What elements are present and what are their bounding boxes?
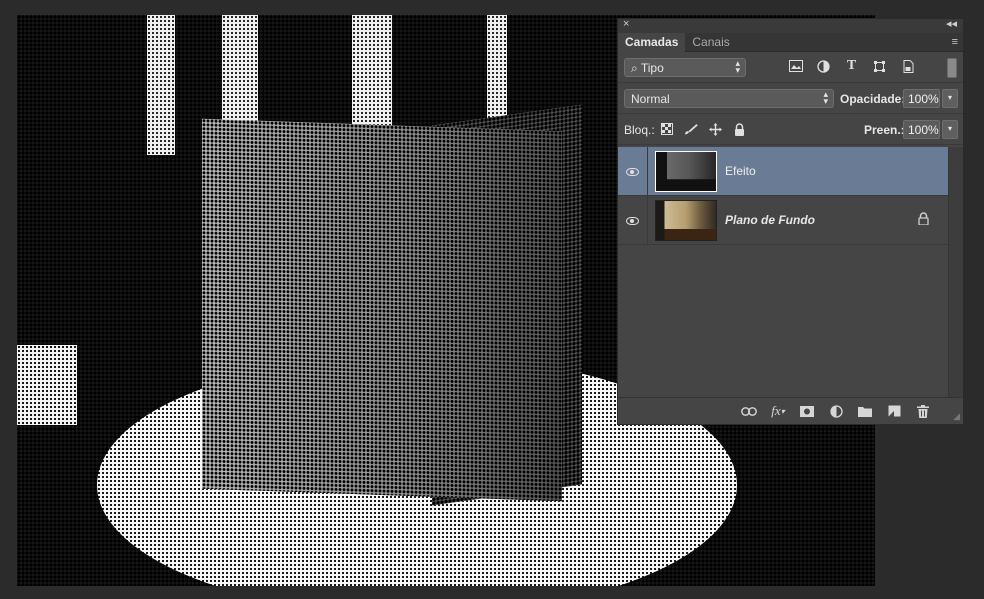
- filter-toggle[interactable]: [947, 58, 957, 78]
- layer-thumbnail: [655, 151, 717, 192]
- fill-dropdown-button[interactable]: ▾: [942, 120, 958, 139]
- filter-row: ⌕ Tipo ▴ ▾ T: [618, 52, 963, 83]
- blend-mode-label: Normal: [631, 92, 670, 106]
- eye-icon: [626, 216, 639, 225]
- link-layers-icon[interactable]: [740, 404, 758, 418]
- lock-transparent-icon[interactable]: [660, 122, 674, 136]
- blend-mode-select[interactable]: Normal ▴ ▾: [624, 89, 834, 108]
- tab-camadas[interactable]: Camadas: [618, 33, 686, 52]
- lock-image-icon[interactable]: [684, 122, 698, 136]
- blend-row: Normal ▴ ▾ Opacidade: 100% ▾: [618, 83, 963, 114]
- close-icon[interactable]: ×: [623, 18, 629, 30]
- opacity-input[interactable]: 100%: [903, 89, 940, 108]
- opacity-label: Opacidade:: [840, 92, 906, 106]
- halftone-box: [202, 118, 562, 502]
- select-arrows-icon: ▴ ▾: [735, 58, 740, 75]
- halftone-highlight: [17, 345, 77, 425]
- smart-object-filter-icon[interactable]: [900, 59, 915, 73]
- eye-icon: [626, 167, 639, 176]
- lock-icons: [660, 122, 746, 136]
- collapse-icon[interactable]: ◂◂: [946, 17, 957, 30]
- layer-row-plano-de-fundo[interactable]: Plano de Fundo: [618, 196, 963, 245]
- new-group-icon[interactable]: [856, 404, 874, 418]
- layer-row-efeito[interactable]: Efeito: [618, 147, 963, 196]
- panel-bottom-bar: fx ▾ ◢: [618, 397, 963, 424]
- resize-grip-icon[interactable]: ◢: [953, 411, 960, 422]
- adjustment-filter-icon[interactable]: [816, 59, 831, 73]
- visibility-toggle[interactable]: [618, 196, 648, 245]
- layer-thumbnail: [655, 200, 717, 241]
- panel-title-bar: × ◂◂: [618, 17, 963, 33]
- search-icon: ⌕: [631, 61, 638, 75]
- lock-row: Bloq.: Preen.: 100% ▾: [618, 114, 963, 145]
- tab-canais[interactable]: Canais: [685, 33, 736, 52]
- add-mask-icon[interactable]: [798, 404, 816, 418]
- lock-position-icon[interactable]: [708, 122, 722, 136]
- visibility-toggle[interactable]: [618, 147, 648, 196]
- panel-tabs: Camadas Canais ≡: [618, 33, 963, 52]
- lock-label: Bloq.:: [624, 123, 655, 137]
- type-filter-icon[interactable]: T: [844, 58, 859, 73]
- layers-panel: × ◂◂ Camadas Canais ≡ ⌕ Tipo ▴ ▾ T Norma…: [617, 18, 964, 425]
- layers-scrollbar[interactable]: [948, 147, 963, 397]
- lock-all-icon[interactable]: [732, 122, 746, 136]
- layer-style-fx-icon[interactable]: fx ▾: [769, 403, 787, 418]
- select-arrows-icon: ▴ ▾: [823, 89, 828, 106]
- filter-kind-select[interactable]: ⌕ Tipo ▴ ▾: [624, 58, 746, 77]
- fill-input[interactable]: 100%: [903, 120, 940, 139]
- panel-menu-icon[interactable]: ≡: [952, 36, 958, 48]
- bottom-icons: fx ▾: [740, 403, 932, 418]
- filter-kind-label: Tipo: [640, 61, 664, 75]
- layer-name: Plano de Fundo: [725, 213, 815, 227]
- adjustment-layer-icon[interactable]: [827, 404, 845, 418]
- window-bar: [147, 15, 175, 155]
- fill-label: Preen.:: [864, 123, 905, 137]
- layer-name: Efeito: [725, 164, 756, 178]
- lock-icon: [918, 212, 929, 228]
- opacity-dropdown-button[interactable]: ▾: [942, 89, 958, 108]
- delete-layer-icon[interactable]: [914, 404, 932, 418]
- shape-filter-icon[interactable]: [872, 59, 887, 73]
- layers-list: Efeito Plano de Fundo: [618, 147, 963, 397]
- filter-icons: T: [788, 58, 915, 73]
- new-layer-icon[interactable]: [885, 404, 903, 418]
- image-filter-icon[interactable]: [788, 59, 803, 73]
